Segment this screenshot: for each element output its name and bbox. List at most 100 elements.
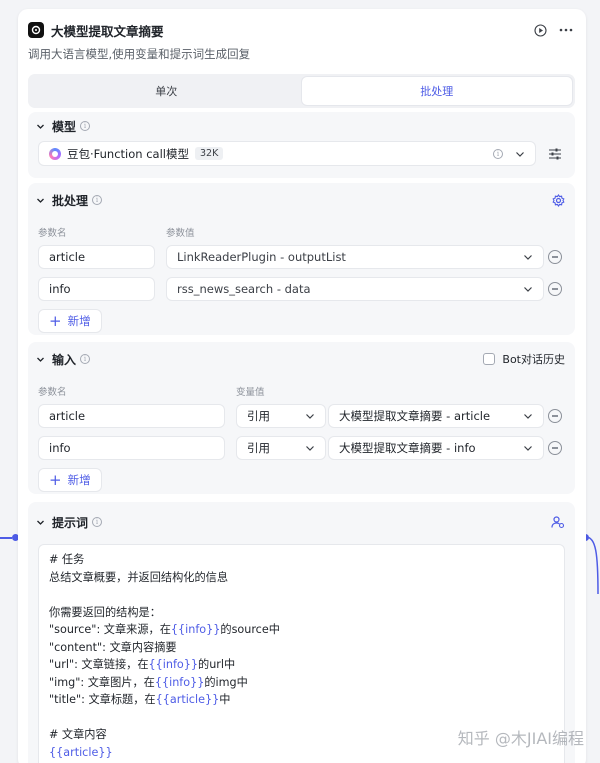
prompt-line: "source": 文章来源，在{{info}}的source中 <box>49 621 554 639</box>
prompt-line: 你需要返回的结构是： <box>49 604 554 622</box>
prompt-line: "img": 文章图片，在{{info}}的img中 <box>49 674 554 692</box>
prompt-text: "url": 文章链接，在 <box>49 658 149 671</box>
bot-history-label: Bot对话历史 <box>502 353 565 366</box>
plus-icon: + <box>49 311 62 330</box>
prompt-text: "source": 文章来源，在 <box>49 623 171 636</box>
prompt-variable: {{info}} <box>154 675 205 689</box>
chevron-down-icon <box>305 411 315 421</box>
model-section: 模型 i 豆包·Function call模型 32K i <box>28 112 575 178</box>
chevron-down-icon <box>523 443 533 453</box>
collapse-chevron-icon[interactable] <box>36 517 46 527</box>
batch-param-value: LinkReaderPlugin - outputList <box>177 250 346 264</box>
input-type-select[interactable]: 引用 <box>236 404 326 428</box>
section-title-input: 输入 <box>52 352 77 367</box>
add-label: 新增 <box>67 473 91 487</box>
batch-param-name-input[interactable]: article <box>38 245 155 269</box>
input-param-name-input[interactable]: info <box>38 436 225 460</box>
run-icon[interactable] <box>532 22 548 38</box>
prompt-text: 的img中 <box>204 675 248 689</box>
outgoing-edge <box>586 536 599 594</box>
prompt-line: "title": 文章标题，在{{article}}中 <box>49 691 554 709</box>
input-reference-value: 大模型提取文章摘要 - info <box>339 441 476 455</box>
tab-single[interactable]: 单次 <box>31 77 302 105</box>
info-icon[interactable]: i <box>80 121 91 131</box>
prompt-text: 你需要返回的结构是： <box>49 605 161 619</box>
prompt-text: 中 <box>219 693 231 706</box>
llm-node-card[interactable]: 大模型提取文章摘要 调用大语言模型,使用变量和提示词生成回复 单次 批处理 模型… <box>18 9 586 763</box>
batch-param-name-input[interactable]: info <box>38 277 155 301</box>
collapse-chevron-icon[interactable] <box>36 121 46 131</box>
prompt-text: 的url中 <box>198 658 236 671</box>
prompt-line <box>49 586 554 604</box>
col-header-var-value: 变量值 <box>236 387 265 398</box>
model-settings-icon[interactable] <box>548 147 562 161</box>
remove-row-icon[interactable] <box>548 441 562 455</box>
prompt-line: "url": 文章链接，在{{info}}的url中 <box>49 656 554 674</box>
batch-section: 批处理 i 参数名 参数值 article LinkReaderPlugin -… <box>28 183 575 335</box>
model-select[interactable]: 豆包·Function call模型 32K i <box>38 141 536 166</box>
batch-settings-gear-icon[interactable] <box>552 193 565 207</box>
input-param-name-input[interactable]: article <box>38 404 225 428</box>
prompt-line: # 任务 <box>49 551 554 569</box>
watermark: 知乎 @木JIAI编程 <box>457 729 584 748</box>
prompt-text: 的source中 <box>220 623 280 636</box>
info-icon[interactable]: i <box>80 354 91 364</box>
batch-param-value-select[interactable]: rss_news_search - data <box>166 277 544 301</box>
model-info-icon[interactable]: i <box>493 148 503 159</box>
input-section: 输入 i Bot对话历史 参数名 变量值 article 引用 大模型提取文章摘… <box>28 342 575 494</box>
prompt-variable: {{info}} <box>148 658 199 671</box>
prompt-library-icon[interactable] <box>551 515 565 529</box>
chevron-down-icon <box>523 284 533 294</box>
chevron-down-icon <box>305 443 315 453</box>
chevron-down-icon <box>523 411 533 421</box>
section-title-batch: 批处理 <box>52 193 89 208</box>
prompt-variable: {{info}} <box>170 623 221 636</box>
run-mode-tabs: 单次 批处理 <box>28 74 575 108</box>
input-type-value: 引用 <box>247 441 270 455</box>
collapse-chevron-icon[interactable] <box>36 354 46 364</box>
prompt-variable: {{article}} <box>155 693 220 706</box>
add-batch-param-button[interactable]: + 新增 <box>38 309 102 333</box>
prompt-text: "title": 文章标题，在 <box>49 693 156 706</box>
doubao-logo-icon <box>28 22 44 38</box>
prompt-section: 提示词 i # 任务总结文章概要，并返回结构化的信息 你需要返回的结构是： "sou… <box>28 502 575 763</box>
bot-history-checkbox[interactable] <box>483 353 496 365</box>
col-header-param-name: 参数名 <box>38 228 67 239</box>
model-name: 豆包·Function call模型 <box>67 146 189 161</box>
node-description: 调用大语言模型,使用变量和提示词生成回复 <box>28 47 251 61</box>
tab-batch[interactable]: 批处理 <box>301 77 572 105</box>
input-reference-value: 大模型提取文章摘要 - article <box>339 409 491 423</box>
node-title: 大模型提取文章摘要 <box>51 23 164 39</box>
prompt-text: # 任务 <box>49 553 85 566</box>
prompt-text: "content": 文章内容摘要 <box>49 640 177 654</box>
input-type-value: 引用 <box>247 409 270 423</box>
remove-row-icon[interactable] <box>548 250 562 264</box>
section-title-prompt: 提示词 <box>52 515 89 530</box>
prompt-line: 总结文章概要，并返回结构化的信息 <box>49 569 554 587</box>
remove-row-icon[interactable] <box>548 409 562 423</box>
input-reference-select[interactable]: 大模型提取文章摘要 - article <box>328 404 544 428</box>
input-type-select[interactable]: 引用 <box>236 436 326 460</box>
chevron-down-icon <box>523 252 533 262</box>
model-brand-icon <box>49 147 61 160</box>
context-length-badge: 32K <box>195 147 224 160</box>
prompt-line: "content": 文章内容摘要 <box>49 639 554 657</box>
plus-icon: + <box>49 470 62 489</box>
chevron-down-icon <box>515 149 525 159</box>
incoming-edge <box>0 537 12 539</box>
prompt-text: "img": 文章图片，在 <box>49 675 155 689</box>
add-input-param-button[interactable]: + 新增 <box>38 468 102 492</box>
remove-row-icon[interactable] <box>548 282 562 296</box>
info-icon[interactable]: i <box>92 517 103 527</box>
prompt-text: # 文章内容 <box>49 728 107 741</box>
prompt-text: 总结文章概要，并返回结构化的信息 <box>49 570 229 584</box>
node-header: 大模型提取文章摘要 <box>28 19 574 41</box>
col-header-param-name: 参数名 <box>38 387 67 398</box>
collapse-chevron-icon[interactable] <box>36 195 46 205</box>
input-reference-select[interactable]: 大模型提取文章摘要 - info <box>328 436 544 460</box>
info-icon[interactable]: i <box>92 195 103 205</box>
batch-param-value: rss_news_search - data <box>177 282 311 296</box>
batch-param-value-select[interactable]: LinkReaderPlugin - outputList <box>166 245 544 269</box>
more-options-icon[interactable] <box>558 22 574 38</box>
section-title-model: 模型 <box>52 119 77 134</box>
